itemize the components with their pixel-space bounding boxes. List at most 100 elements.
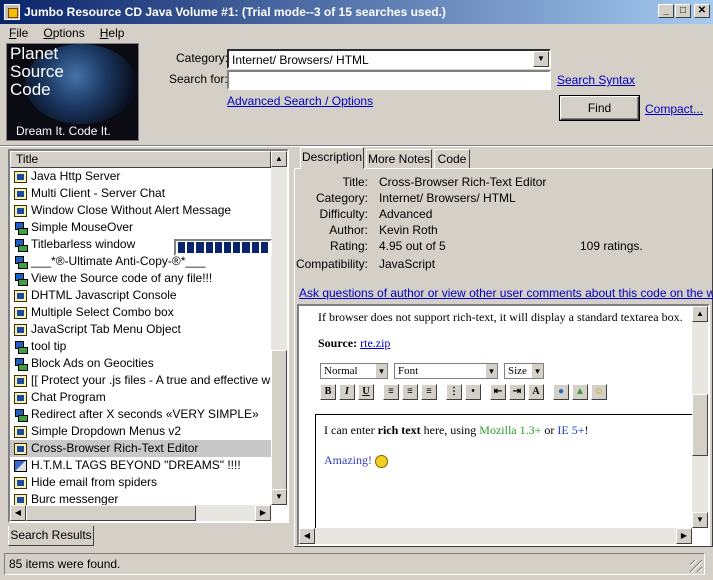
title-value: Cross-Browser Rich-Text Editor: [379, 175, 547, 189]
preview-scroll-left-icon[interactable]: ◀: [299, 528, 315, 544]
list-item[interactable]: tool tip: [10, 338, 271, 355]
document-icon: [14, 187, 27, 200]
list-item-title: DHTML Javascript Console: [31, 288, 177, 302]
scroll-down-icon[interactable]: ▼: [271, 489, 287, 505]
unordered-list-icon[interactable]: •: [465, 384, 481, 400]
find-button[interactable]: Find: [559, 95, 640, 121]
tab-more-notes[interactable]: More Notes: [366, 149, 432, 169]
list-item[interactable]: Multi Client - Server Chat: [10, 185, 271, 202]
preview-browser[interactable]: If browser does not support rich-text, i…: [297, 304, 710, 546]
style-select[interactable]: Normal: [320, 363, 388, 379]
search-syntax-link[interactable]: Search Syntax: [557, 73, 635, 87]
tab-description[interactable]: Description: [300, 147, 364, 169]
list-item[interactable]: Cross-Browser Rich-Text Editor: [10, 440, 271, 457]
column-header-title[interactable]: Title: [10, 151, 271, 168]
maximize-button[interactable]: □: [675, 4, 691, 18]
document-icon: [14, 323, 27, 336]
document-icon: [14, 170, 27, 183]
scroll-left-icon[interactable]: ◀: [10, 505, 26, 521]
list-item-title: [[ Protect your .js files - A true and e…: [31, 373, 271, 387]
results-vscrollbar[interactable]: ▲ ▼: [271, 151, 287, 505]
close-button[interactable]: ✕: [694, 4, 710, 18]
tab-code[interactable]: Code: [434, 149, 470, 169]
rating-segment: [214, 242, 223, 253]
menu-options[interactable]: Options: [34, 26, 90, 40]
list-item[interactable]: Multiple Select Combo box: [10, 304, 271, 321]
list-item[interactable]: Window Close Without Alert Message: [10, 202, 271, 219]
results-hscrollbar[interactable]: ◀ ▶: [10, 505, 271, 521]
menu-help[interactable]: Help: [91, 26, 131, 40]
ordered-list-icon[interactable]: ⋮: [446, 384, 462, 400]
text-color-icon[interactable]: A: [528, 384, 544, 400]
emoticon-icon[interactable]: ☺: [591, 384, 607, 400]
list-item[interactable]: H.T.M.L TAGS BEYOND "DREAMS" !!!!: [10, 457, 271, 474]
list-item[interactable]: Java Http Server: [10, 168, 271, 185]
document-icon: [14, 391, 27, 404]
preview-source: Source: rte.zip: [318, 336, 390, 351]
network-icon: [14, 357, 28, 371]
preview-scroll-up-icon[interactable]: ▲: [692, 306, 708, 322]
title-bar: Jumbo Resource CD Java Volume #1: (Trial…: [0, 0, 713, 24]
list-item[interactable]: Hide email from spiders: [10, 474, 271, 491]
hscroll-thumb[interactable]: [26, 505, 196, 521]
scroll-up-icon[interactable]: ▲: [271, 151, 287, 167]
image-icon[interactable]: ▲: [572, 384, 588, 400]
network-icon: [14, 340, 28, 354]
menu-file[interactable]: File: [0, 26, 34, 40]
list-item[interactable]: DHTML Javascript Console: [10, 287, 271, 304]
italic-icon[interactable]: I: [339, 384, 355, 400]
list-item[interactable]: Block Ads on Geocities: [10, 355, 271, 372]
network-icon: [14, 221, 28, 235]
source-link[interactable]: rte.zip: [360, 336, 390, 350]
list-item[interactable]: [[ Protect your .js files - A true and e…: [10, 372, 271, 389]
outdent-icon[interactable]: ⇤: [490, 384, 506, 400]
align-center-icon[interactable]: ≡: [402, 384, 418, 400]
size-select[interactable]: Size: [504, 363, 544, 379]
preview-scroll-down-icon[interactable]: ▼: [692, 512, 708, 528]
editor-line-1: I can enter rich text here, using Mozill…: [324, 423, 589, 437]
app-icon[interactable]: [4, 4, 20, 20]
align-right-icon[interactable]: ≡: [421, 384, 437, 400]
minimize-button[interactable]: _: [658, 4, 674, 18]
results-list[interactable]: Title Java Http Server Multi Client - Ser…: [8, 149, 289, 523]
list-item[interactable]: Redirect after X seconds «VERY SIMPLE»: [10, 406, 271, 423]
rating-segment: [233, 242, 241, 253]
bold-icon[interactable]: B: [320, 384, 336, 400]
list-item-title: Redirect after X seconds «VERY SIMPLE»: [31, 407, 259, 421]
list-item[interactable]: View the Source code of any file!!!: [10, 270, 271, 287]
preview-scroll-thumb[interactable]: [692, 394, 708, 456]
preview-vscrollbar[interactable]: ▲ ▼: [692, 306, 708, 528]
list-item-title: Simple MouseOver: [31, 220, 134, 234]
indent-icon[interactable]: ⇥: [509, 384, 525, 400]
compact-link[interactable]: Compact...: [645, 102, 703, 116]
list-item[interactable]: Chat Program: [10, 389, 271, 406]
network-icon: [14, 255, 28, 269]
rating-bar: [174, 239, 272, 256]
list-item[interactable]: Simple Dropdown Menus v2: [10, 423, 271, 440]
ask-questions-link[interactable]: Ask questions of author or view other us…: [299, 286, 713, 300]
advanced-search-link[interactable]: Advanced Search / Options: [227, 94, 373, 108]
rich-text-editor[interactable]: I can enter rich text here, using Mozill…: [315, 414, 705, 534]
hyperlink-icon[interactable]: ●: [553, 384, 569, 400]
list-item-title: Java Http Server: [31, 169, 121, 183]
underline-icon[interactable]: U: [358, 384, 374, 400]
rating-segment: [178, 242, 186, 253]
font-select[interactable]: Font: [394, 363, 498, 379]
category-select[interactable]: Internet/ Browsers/ HTML ▼: [227, 49, 551, 69]
status-text: 85 items were found.: [9, 557, 121, 571]
resize-grip-icon[interactable]: [690, 560, 702, 572]
list-item-title: Multi Client - Server Chat: [31, 186, 166, 200]
scroll-right-icon[interactable]: ▶: [255, 505, 271, 521]
network-icon: [14, 408, 28, 422]
list-item[interactable]: JavaScript Tab Menu Object: [10, 321, 271, 338]
compatibility-value: JavaScript: [379, 257, 436, 271]
preview-scroll-right-icon[interactable]: ▶: [676, 528, 692, 544]
scroll-thumb[interactable]: [271, 350, 287, 500]
preview-hscrollbar[interactable]: ◀ ▶: [299, 528, 692, 544]
align-left-icon[interactable]: ≡: [383, 384, 399, 400]
list-item[interactable]: Simple MouseOver: [10, 219, 271, 236]
document-icon: [14, 306, 27, 319]
tab-search-results[interactable]: Search Results: [8, 526, 94, 546]
search-input[interactable]: [227, 70, 551, 90]
chevron-down-icon[interactable]: ▼: [533, 51, 549, 67]
